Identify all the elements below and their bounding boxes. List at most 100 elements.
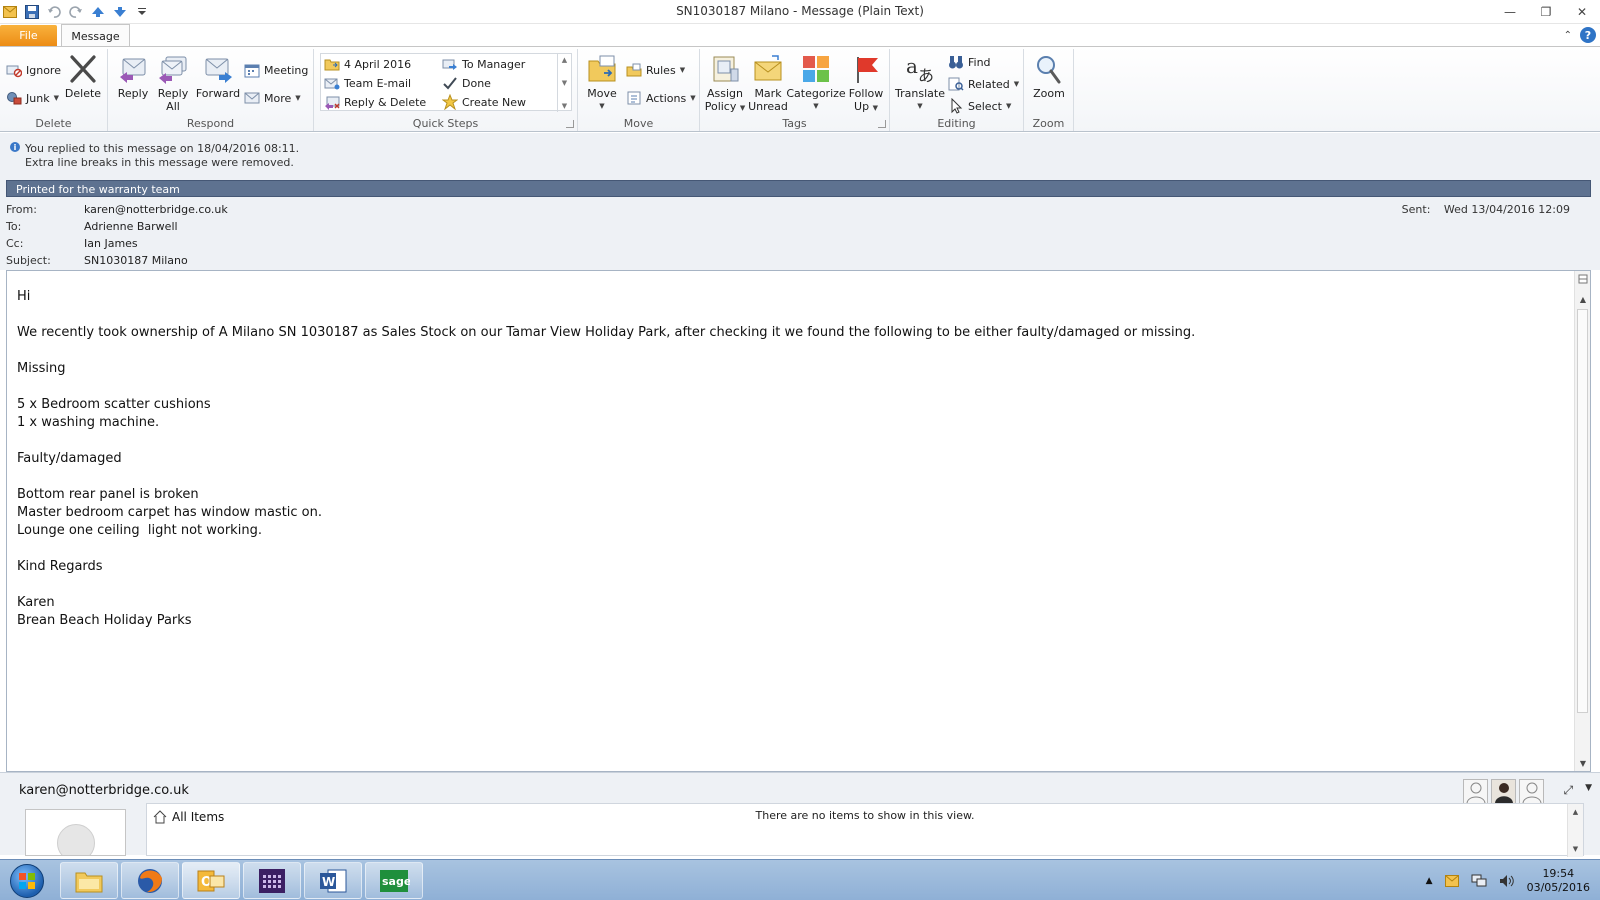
select-button[interactable]: Select ▼ (948, 97, 1011, 115)
clock-date: 03/05/2016 (1526, 881, 1590, 894)
quick-step-item[interactable]: Reply & Delete (324, 93, 426, 111)
tab-file[interactable]: File (0, 25, 57, 46)
junk-dropdown-icon[interactable]: ▼ (54, 94, 59, 102)
network-icon[interactable] (1471, 874, 1487, 888)
empty-view-text: There are no items to show in this view. (755, 809, 975, 822)
ignore-icon (6, 65, 22, 78)
junk-button[interactable]: Junk ▼ (6, 89, 59, 107)
find-button[interactable]: Find (948, 53, 991, 71)
quick-step-label: To Manager (462, 57, 526, 71)
rules-button[interactable]: Rules ▼ (626, 61, 685, 79)
more-dropdown-icon[interactable]: ▼ (295, 94, 300, 102)
delete-icon (70, 55, 96, 83)
volume-icon[interactable] (1499, 874, 1515, 888)
reply-delete-icon (325, 96, 340, 110)
minimize-button[interactable]: — (1492, 0, 1528, 24)
actions-button[interactable]: Actions ▼ (626, 89, 696, 107)
reply-all-button[interactable]: Reply All (156, 53, 190, 113)
message-body-text[interactable]: Hi We recently took ownership of A Milan… (17, 288, 1195, 630)
related-button[interactable]: Related ▼ (948, 75, 1019, 93)
taskbar-word[interactable]: W (304, 862, 362, 899)
show-hidden-icons-icon[interactable]: ▲ (1426, 876, 1433, 886)
delete-button[interactable]: Delete (64, 53, 102, 100)
contact-photo-avatar[interactable] (1519, 779, 1544, 804)
rules-dropdown-icon[interactable]: ▼ (680, 66, 685, 74)
scroll-down-icon[interactable]: ▼ (1573, 845, 1578, 853)
find-label: Find (968, 55, 991, 69)
scroll-split-icon[interactable] (1575, 271, 1591, 287)
quick-step-item[interactable]: Team E-mail (324, 74, 411, 92)
group-label-quick-steps: Quick Steps (412, 117, 479, 130)
meeting-button[interactable]: Meeting (244, 61, 308, 79)
select-dropdown-icon[interactable]: ▼ (1006, 102, 1011, 110)
contact-photo-avatar[interactable] (1491, 779, 1516, 804)
message-body[interactable]: Hi We recently took ownership of A Milan… (6, 270, 1591, 772)
scroll-down-icon[interactable]: ▼ (1575, 755, 1591, 771)
contact-photo-avatar[interactable] (1463, 779, 1488, 804)
ignore-button[interactable]: Ignore (6, 61, 61, 79)
tab-message[interactable]: Message (61, 24, 130, 47)
people-pane-email[interactable]: karen@notterbridge.co.uk (19, 783, 189, 798)
categorize-dropdown-icon[interactable]: ▼ (813, 100, 818, 113)
taskbar-app-grid[interactable] (243, 862, 301, 899)
new-mail-icon[interactable] (1444, 875, 1459, 887)
scroll-thumb[interactable] (1577, 309, 1588, 713)
close-button[interactable]: ✕ (1564, 0, 1600, 24)
forward-button[interactable]: Forward (196, 53, 240, 100)
cc-value[interactable]: Ian James (84, 237, 138, 250)
rules-label: Rules (646, 63, 676, 77)
group-label-respond: Respond (186, 117, 235, 130)
expand-gallery-icon[interactable]: ▼ (562, 102, 567, 110)
more-respond-button[interactable]: More ▼ (244, 89, 301, 107)
windows-taskbar: O W sage ▲ 19:54 03/05/2016 (0, 859, 1600, 900)
restore-button[interactable]: ❐ (1528, 0, 1564, 24)
system-clock[interactable]: 19:54 03/05/2016 (1527, 867, 1590, 895)
to-value[interactable]: Adrienne Barwell (84, 220, 178, 233)
zoom-button[interactable]: Zoom (1030, 53, 1068, 100)
related-dropdown-icon[interactable]: ▼ (1014, 80, 1019, 88)
body-scrollbar[interactable]: ▲ ▼ (1574, 271, 1590, 771)
mark-unread-button[interactable]: Mark Unread (748, 53, 788, 113)
minimize-ribbon-icon[interactable]: ⌃ (1564, 30, 1572, 41)
start-button[interactable] (4, 861, 50, 900)
svg-text:a: a (906, 54, 918, 78)
quick-step-item[interactable]: Done (442, 74, 491, 92)
translate-button[interactable]: aあ Translate ▼ (895, 53, 945, 113)
actions-dropdown-icon[interactable]: ▼ (690, 94, 695, 102)
quick-step-item[interactable]: To Manager (442, 55, 525, 73)
from-value[interactable]: karen@notterbridge.co.uk (84, 203, 228, 216)
collapse-pane-icon[interactable]: ▼ (1585, 783, 1592, 798)
title-bar: SN1030187 Milano - Message (Plain Text) … (0, 0, 1600, 24)
follow-up-button[interactable]: Follow Up ▼ (846, 53, 886, 115)
scroll-up-icon[interactable]: ▲ (1575, 291, 1591, 307)
quick-step-label: Team E-mail (344, 76, 412, 90)
taskbar-explorer[interactable] (60, 862, 118, 899)
scroll-up-icon[interactable]: ▲ (562, 56, 567, 64)
info-line-breaks-text[interactable]: Extra line breaks in this message were r… (25, 156, 294, 169)
move-button[interactable]: Move ▼ (584, 53, 620, 113)
move-dropdown-icon[interactable]: ▼ (599, 100, 604, 113)
taskbar-firefox[interactable] (121, 862, 179, 899)
quick-steps-scroll[interactable]: ▲ ▼ ▼ (557, 54, 571, 112)
people-list-scrollbar[interactable]: ▲ ▼ (1567, 804, 1583, 857)
taskbar-outlook[interactable]: O (182, 862, 240, 899)
assign-policy-button[interactable]: Assign Policy ▼ (704, 53, 746, 115)
expand-pane-icon[interactable]: ⤢ (1563, 783, 1573, 798)
quick-step-item[interactable]: Create New (442, 93, 526, 111)
spreadsheet-app-icon (259, 868, 285, 893)
categorize-button[interactable]: Categorize ▼ (786, 53, 846, 113)
more-label: More (264, 91, 292, 105)
scroll-down-icon[interactable]: ▼ (562, 79, 567, 87)
group-label-move: Move (623, 117, 654, 130)
taskbar-sage[interactable]: sage (365, 862, 423, 899)
help-icon[interactable]: ? (1580, 27, 1596, 43)
quick-step-item[interactable]: 4 April 2016 (324, 55, 411, 73)
reply-button[interactable]: Reply (116, 53, 150, 100)
subject-label: Subject: (6, 254, 51, 267)
translate-dropdown-icon[interactable]: ▼ (917, 100, 922, 113)
cursor-icon (951, 98, 963, 114)
scroll-up-icon[interactable]: ▲ (1573, 808, 1578, 816)
mark-unread-label-2: Unread (748, 100, 788, 113)
rules-icon (626, 63, 642, 77)
categorize-label: Categorize (786, 87, 846, 100)
